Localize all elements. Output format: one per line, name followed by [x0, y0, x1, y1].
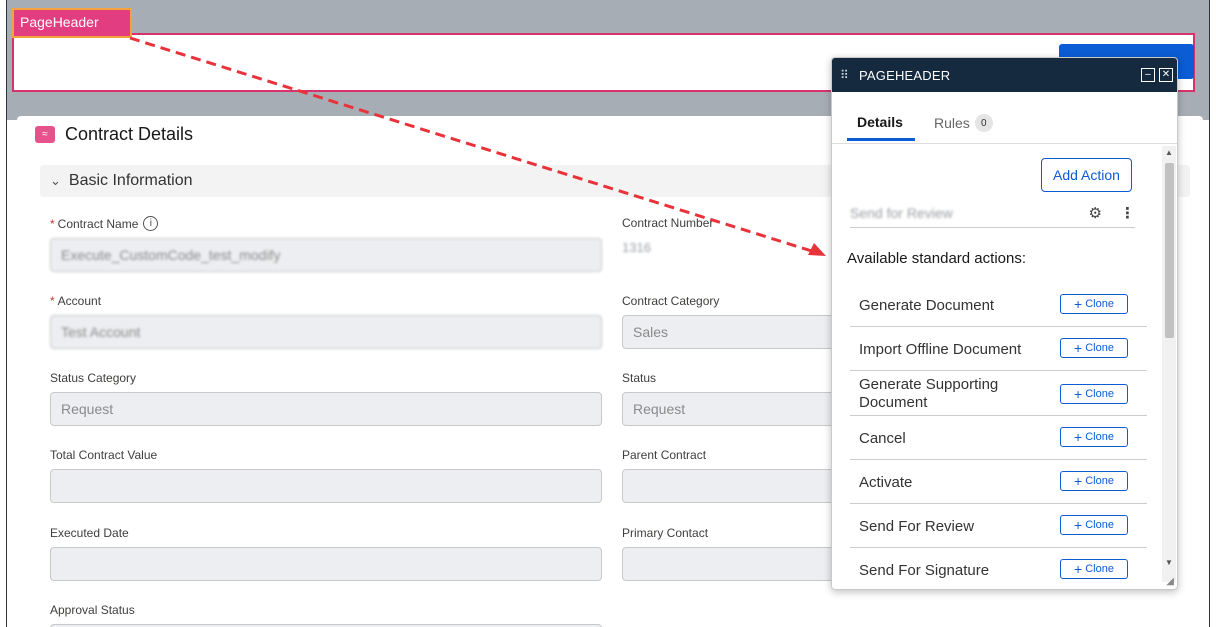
section-title: Basic Information [68, 172, 193, 189]
field-executed-date: Executed Date [50, 526, 602, 581]
field-label: Executed Date [50, 526, 129, 540]
plus-icon: + [1074, 429, 1083, 445]
drag-handle-icon[interactable]: ⠿ [840, 68, 849, 82]
clone-button[interactable]: + Clone [1060, 384, 1128, 404]
contract-number-value: 1316 [622, 240, 651, 255]
panel-title: PAGEHEADER [859, 67, 951, 83]
tab-rules[interactable]: Rules 0 [934, 114, 993, 132]
field-contract-number: Contract Number 1316 [622, 216, 713, 255]
info-icon[interactable]: i [143, 216, 159, 231]
plus-icon: + [1074, 561, 1083, 577]
clone-button[interactable]: + Clone [1060, 427, 1128, 447]
field-total-contract-value: Total Contract Value [50, 448, 602, 503]
field-label: Primary Contact [622, 526, 709, 540]
list-item: Cancel + Clone [850, 416, 1147, 460]
action-name: Send For Review [859, 518, 975, 535]
tab-rules-label: Rules [934, 115, 970, 131]
action-name: Activate [859, 474, 913, 491]
plus-icon: + [1074, 473, 1083, 489]
action-name: Generate Document [859, 297, 995, 314]
plus-icon: + [1074, 340, 1083, 356]
list-item: Send For Signature + Clone [850, 548, 1147, 589]
more-options-icon[interactable]: ⋮ [1120, 204, 1135, 222]
clone-button[interactable]: + Clone [1060, 294, 1128, 314]
field-label: Status Category [50, 371, 137, 385]
active-tab-indicator [847, 138, 915, 141]
status-category-input[interactable]: Request [50, 392, 602, 426]
clone-button[interactable]: + Clone [1060, 515, 1128, 535]
field-status-category: Status Category Request [50, 371, 602, 426]
clone-label: Clone [1085, 388, 1114, 400]
list-item: Generate Supporting Document + Clone [850, 371, 1147, 416]
add-action-button[interactable]: Add Action [1041, 158, 1132, 192]
field-label: Contract Number [622, 216, 714, 230]
scrollbar-thumb[interactable] [1165, 163, 1174, 338]
field-label: Total Contract Value [50, 448, 158, 462]
field-account: * Account Test Account [50, 294, 602, 349]
field-approval-status: Approval Status [50, 603, 602, 627]
panel-header[interactable]: ⠿ PAGEHEADER – ✕ [832, 58, 1177, 92]
field-label: Account [57, 294, 102, 308]
custom-action-row: Send for Review ⚙ ⋮ [850, 198, 1135, 228]
custom-action-name: Send for Review [850, 204, 953, 221]
list-item: Activate + Clone [850, 460, 1147, 504]
resize-handle-icon[interactable]: ◢ [1166, 576, 1174, 587]
clone-label: Clone [1085, 563, 1114, 575]
list-item: Send For Review + Clone [850, 504, 1147, 548]
action-name: Generate Supporting Document [859, 376, 999, 411]
chevron-down-icon: ⌄ [50, 173, 61, 188]
field-label: Contract Name [57, 216, 139, 231]
clone-button[interactable]: + Clone [1060, 471, 1128, 491]
close-icon[interactable]: ✕ [1159, 68, 1173, 82]
card-title: ≈ Contract Details [35, 124, 193, 145]
gear-icon[interactable]: ⚙ [1089, 204, 1102, 222]
panel-tabs: Details Rules 0 [832, 92, 1177, 144]
list-item: Generate Document + Clone [850, 283, 1147, 327]
clone-button[interactable]: + Clone [1060, 559, 1128, 579]
scroll-up-icon[interactable]: ▲ [1164, 148, 1174, 157]
minimize-icon[interactable]: – [1141, 68, 1155, 82]
standard-actions-list: Generate Document + Clone Import Offline … [850, 283, 1147, 589]
action-name: Send For Signature [859, 562, 990, 579]
action-name: Cancel [859, 430, 906, 447]
scroll-down-icon[interactable]: ▼ [1164, 558, 1174, 567]
properties-panel: ⠿ PAGEHEADER – ✕ Details Rules 0 Add Act… [831, 57, 1178, 590]
executed-date-input[interactable] [50, 547, 602, 581]
page-header-tag: PageHeader [12, 8, 132, 38]
clone-label: Clone [1085, 519, 1114, 531]
clone-label: Clone [1085, 475, 1114, 487]
rules-count-badge: 0 [974, 114, 993, 132]
clone-button[interactable]: + Clone [1060, 338, 1128, 358]
plus-icon: + [1074, 386, 1083, 402]
field-label: Parent Contract [622, 448, 707, 462]
contract-name-input[interactable]: Execute_CustomCode_test_modify [50, 238, 602, 272]
clone-label: Clone [1085, 298, 1114, 310]
list-item: Import Offline Document + Clone [850, 327, 1147, 371]
account-input[interactable]: Test Account [50, 315, 602, 349]
tab-details[interactable]: Details [857, 114, 903, 130]
card-title-text: Contract Details [65, 124, 194, 144]
field-label: Contract Category [622, 294, 720, 308]
field-contract-name: * Contract Name i Execute_CustomCode_test_… [50, 216, 602, 272]
field-label: Status [622, 371, 657, 385]
field-label: Approval Status [50, 603, 135, 617]
action-name: Import Offline Document [859, 341, 1022, 358]
total-contract-value-input[interactable] [50, 469, 602, 503]
available-actions-heading: Available standard actions: [847, 250, 1027, 267]
required-marker: * [50, 216, 55, 231]
plus-icon: + [1074, 296, 1083, 312]
required-marker: * [50, 294, 55, 308]
clone-label: Clone [1085, 342, 1114, 354]
contract-icon: ≈ [35, 126, 55, 143]
clone-label: Clone [1085, 431, 1114, 443]
plus-icon: + [1074, 517, 1083, 533]
